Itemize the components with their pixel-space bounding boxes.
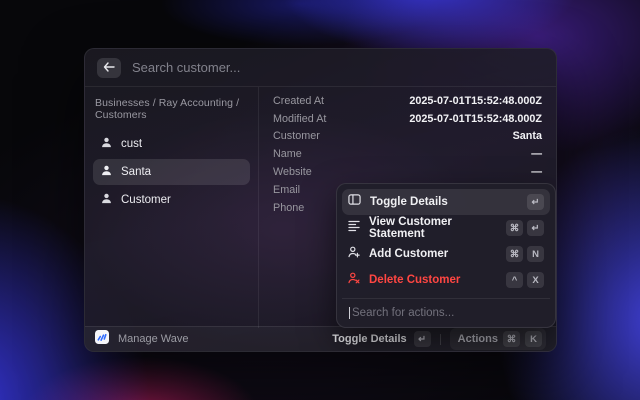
list-item-santa[interactable]: Santa: [93, 159, 250, 185]
command-palette-window: Search customer... Businesses / Ray Acco…: [84, 48, 557, 352]
actions-search-input[interactable]: Search for actions...: [352, 307, 454, 319]
detail-value: —: [531, 148, 542, 160]
arrow-left-icon: [103, 59, 115, 77]
actions-button-label: Actions: [458, 333, 498, 345]
menu-item-label: Add Customer: [369, 248, 497, 260]
detail-label: Phone: [273, 202, 304, 214]
back-button[interactable]: [97, 58, 121, 78]
detail-row-website: Website —: [273, 163, 542, 181]
key-badge-cmd: ⌘: [506, 220, 523, 236]
detail-label: Website: [273, 166, 312, 178]
wave-logo-icon: [95, 330, 109, 349]
person-icon: [101, 137, 112, 151]
detail-label: Created At: [273, 95, 324, 107]
detail-label: Modified At: [273, 113, 326, 125]
key-badge-cmd: ⌘: [503, 331, 520, 347]
footer-divider: [440, 334, 441, 345]
list-item-label: Santa: [121, 166, 151, 178]
app-name: Manage Wave: [118, 333, 189, 345]
detail-label: Name: [273, 148, 302, 160]
detail-value: Santa: [513, 130, 542, 142]
breadcrumb: Businesses / Ray Accounting / Customers: [95, 97, 248, 121]
menu-item-delete-customer[interactable]: Delete Customer ^ X: [342, 267, 550, 293]
detail-row-name: Name —: [273, 145, 542, 163]
menu-item-add-customer[interactable]: Add Customer ⌘ N: [342, 241, 550, 267]
detail-value: —: [531, 166, 542, 178]
search-header: Search customer...: [85, 49, 556, 87]
key-badge-enter: ↵: [414, 331, 431, 347]
footer-actions: Toggle Details ↵ Actions ⌘ K: [332, 328, 546, 350]
actions-menu: Toggle Details ↵ View Customer Statement…: [336, 183, 556, 328]
detail-row-modified-at: Modified At 2025-07-01T15:52:48.000Z: [273, 110, 542, 128]
key-badge-n: N: [527, 246, 544, 262]
detail-label: Email: [273, 184, 300, 196]
key-badge-k: K: [525, 331, 542, 347]
list-item-label: cust: [121, 138, 142, 150]
detail-label: Customer: [273, 130, 320, 142]
list-item-cust[interactable]: cust: [93, 131, 250, 157]
detail-row-created-at: Created At 2025-07-01T15:52:48.000Z: [273, 92, 542, 110]
menu-item-view-customer-statement[interactable]: View Customer Statement ⌘ ↵: [342, 215, 550, 241]
person-icon: [101, 193, 112, 207]
list-item-customer[interactable]: Customer: [93, 187, 250, 213]
person-remove-icon: [348, 271, 360, 289]
key-badge-cmd: ⌘: [506, 246, 523, 262]
customer-list-panel: Businesses / Ray Accounting / Customers …: [85, 87, 259, 328]
menu-item-label: Toggle Details: [370, 196, 518, 208]
actions-search-row: Search for actions...: [342, 298, 550, 327]
menu-item-label: Delete Customer: [369, 274, 497, 286]
search-input[interactable]: Search customer...: [132, 60, 240, 75]
statement-lines-icon: [348, 219, 360, 237]
person-icon: [101, 165, 112, 179]
actions-button[interactable]: Actions ⌘ K: [450, 328, 546, 350]
text-cursor: [349, 307, 350, 319]
detail-row-customer: Customer Santa: [273, 128, 542, 146]
person-add-icon: [348, 245, 360, 263]
detail-value: 2025-07-01T15:52:48.000Z: [409, 95, 542, 107]
key-badge-enter: ↵: [527, 220, 544, 236]
key-badge-x: X: [527, 272, 544, 288]
panel-toggle-icon: [348, 193, 361, 211]
detail-value: 2025-07-01T15:52:48.000Z: [409, 113, 542, 125]
menu-item-toggle-details[interactable]: Toggle Details ↵: [342, 189, 550, 215]
key-badge-enter: ↵: [527, 194, 544, 210]
footer-app: Manage Wave: [95, 330, 332, 349]
key-badge-ctrl: ^: [506, 272, 523, 288]
footer-bar: Manage Wave Toggle Details ↵ Actions ⌘ K: [85, 326, 556, 351]
list-item-label: Customer: [121, 194, 171, 206]
desktop-wallpaper: Search customer... Businesses / Ray Acco…: [0, 0, 640, 400]
menu-item-label: View Customer Statement: [369, 216, 497, 240]
footer-primary-action[interactable]: Toggle Details: [332, 333, 406, 345]
